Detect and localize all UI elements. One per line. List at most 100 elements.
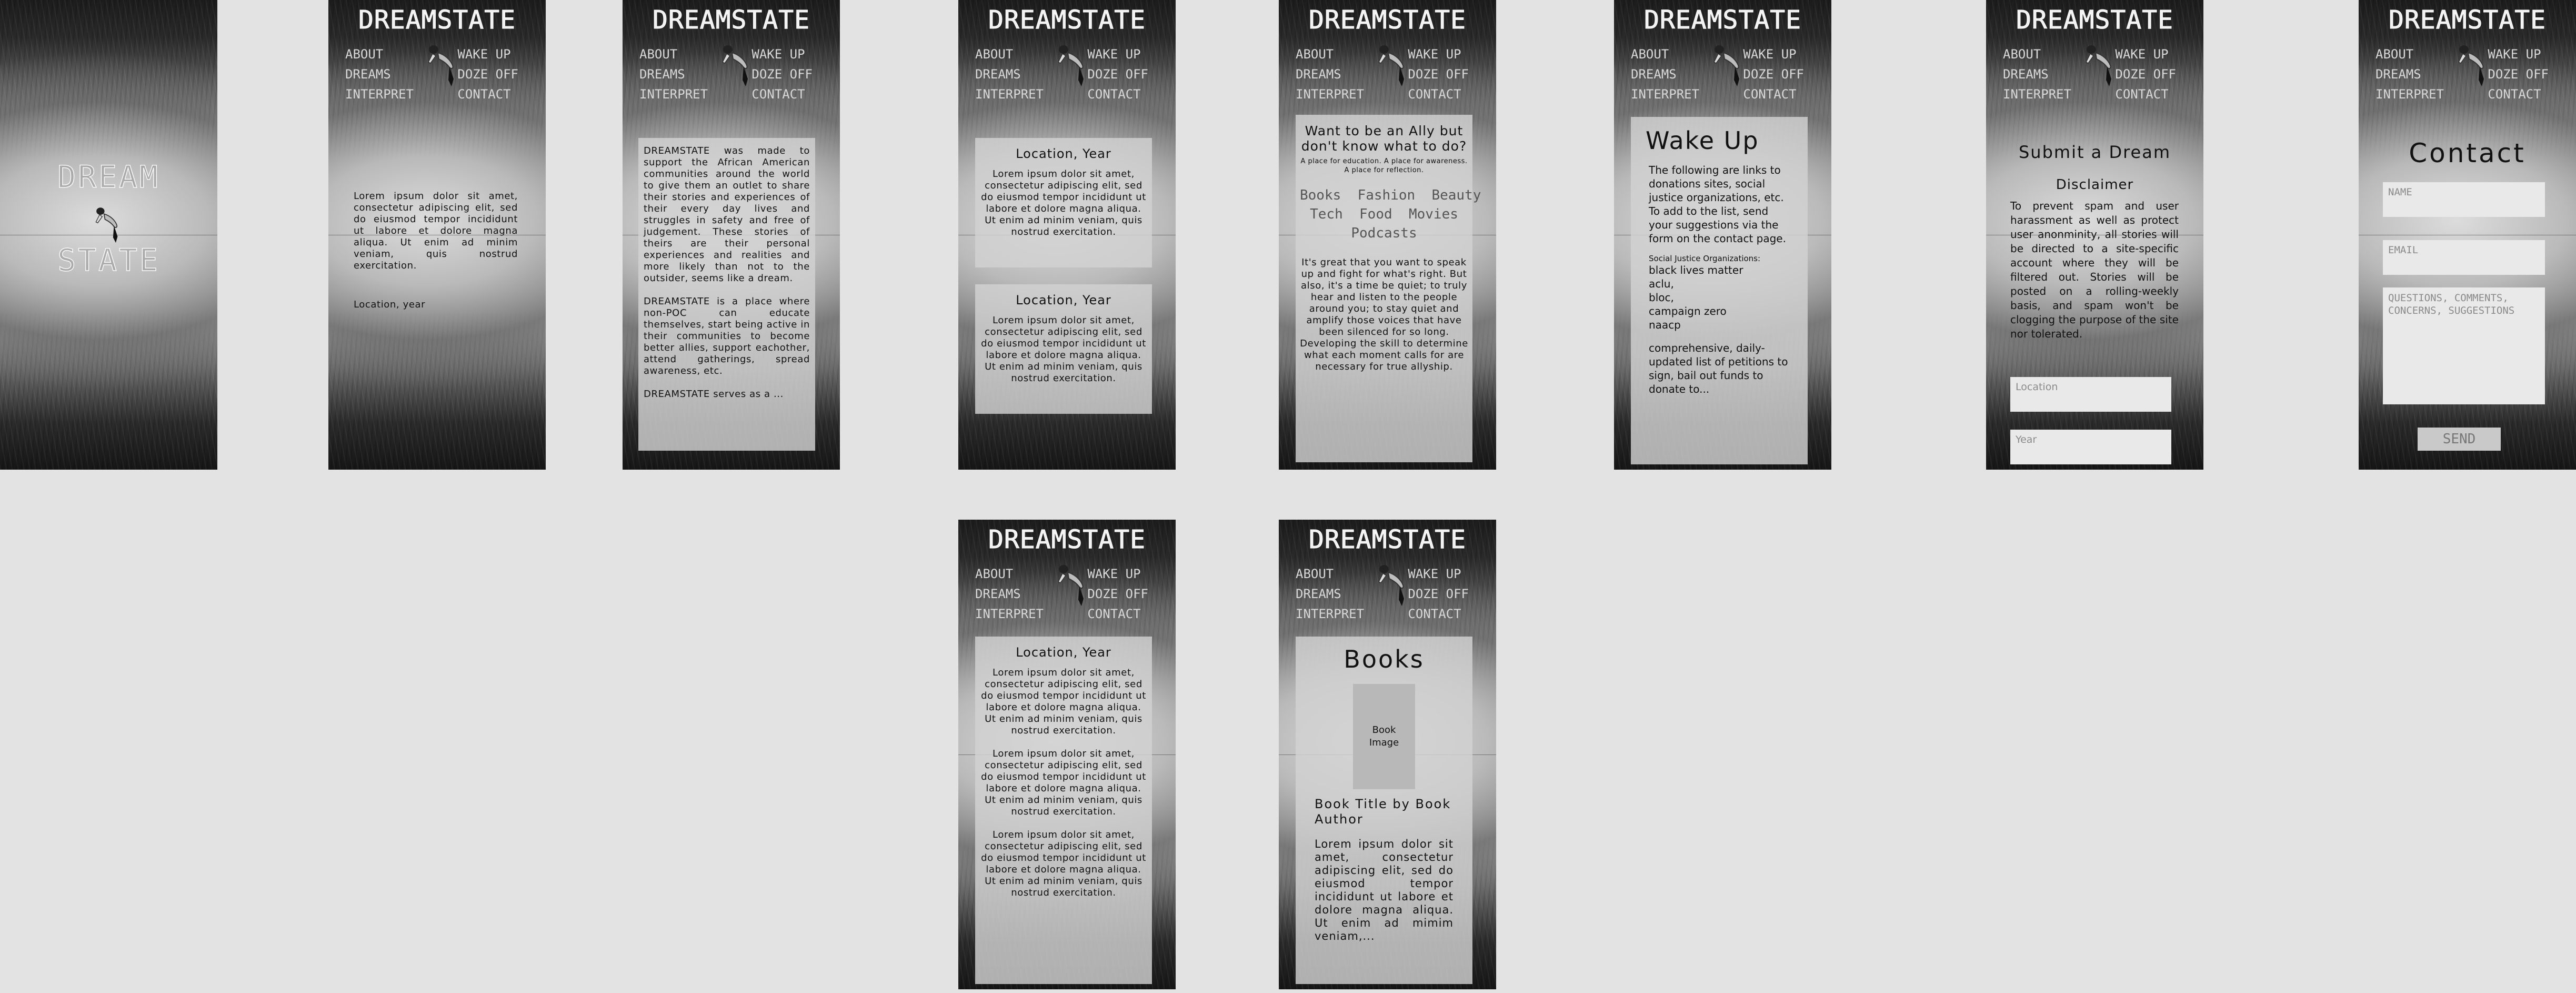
nav-about[interactable]: ABOUT bbox=[639, 44, 708, 64]
logo[interactable]: DREAMSTATE bbox=[2359, 7, 2576, 33]
nav-left: ABOUT DREAMS INTERPRET bbox=[975, 564, 1044, 624]
nav-wake-up[interactable]: WAKE UP bbox=[1087, 44, 1148, 64]
send-button[interactable]: SEND bbox=[2418, 428, 2501, 451]
nav-contact[interactable]: CONTACT bbox=[1743, 84, 1804, 104]
category-row-2[interactable]: Tech Food Movies bbox=[1300, 206, 1468, 222]
nav-about[interactable]: ABOUT bbox=[975, 564, 1044, 584]
diver-figure-icon bbox=[1058, 564, 1084, 607]
nav-contact[interactable]: CONTACT bbox=[1087, 84, 1148, 104]
nav-dreams[interactable]: DREAMS bbox=[1296, 584, 1364, 604]
nav-wake-up[interactable]: WAKE UP bbox=[457, 44, 518, 64]
logo[interactable]: DREAMSTATE bbox=[1279, 527, 1496, 553]
nav-doze-off[interactable]: DOZE OFF bbox=[1408, 584, 1469, 604]
logo[interactable]: DREAMSTATE bbox=[958, 7, 1176, 33]
wakeup-intro: The following are links to donations sit… bbox=[1649, 164, 1786, 245]
nav-dreams[interactable]: DREAMS bbox=[345, 64, 414, 84]
nav-contact[interactable]: CONTACT bbox=[1087, 604, 1148, 624]
logo[interactable]: DREAMSTATE bbox=[1614, 7, 1831, 33]
nav-wake-up[interactable]: WAKE UP bbox=[1408, 564, 1469, 584]
diver-figure-icon bbox=[2086, 45, 2112, 87]
nav-interpret[interactable]: INTERPRET bbox=[1296, 84, 1364, 104]
nav-dreams[interactable]: DREAMS bbox=[2375, 64, 2444, 84]
nav-dreams[interactable]: DREAMS bbox=[975, 64, 1044, 84]
nav-interpret[interactable]: INTERPRET bbox=[1296, 604, 1364, 624]
logo[interactable]: DREAMSTATE bbox=[958, 527, 1176, 553]
dream-entry-3[interactable]: Lorem ipsum dolor sit amet, consectetur … bbox=[980, 829, 1147, 899]
message-textarea[interactable]: QUESTIONS, COMMENTS, CONCERNS, SUGGESTIO… bbox=[2383, 287, 2545, 404]
nav-doze-off[interactable]: DOZE OFF bbox=[1743, 64, 1804, 84]
screen-interpret: DREAMSTATE ABOUT DREAMS INTERPRET WAKE U… bbox=[958, 0, 1176, 470]
book-title[interactable]: Book Title by Book Author bbox=[1315, 797, 1454, 827]
nav-contact[interactable]: CONTACT bbox=[457, 84, 518, 104]
disclaimer-text: To prevent spam and user harassment as w… bbox=[2010, 200, 2179, 340]
orgs-list[interactable]: black lives matter aclu, bloc, campaign … bbox=[1649, 263, 1790, 332]
nav-left: ABOUT DREAMS INTERPRET bbox=[975, 44, 1044, 104]
nav-interpret[interactable]: INTERPRET bbox=[639, 84, 708, 104]
nav-about[interactable]: ABOUT bbox=[975, 44, 1044, 64]
nav-doze-off[interactable]: DOZE OFF bbox=[2115, 64, 2176, 84]
nav-about[interactable]: ABOUT bbox=[1631, 44, 1699, 64]
logo[interactable]: DREAMSTATE bbox=[623, 7, 840, 33]
nav-interpret[interactable]: INTERPRET bbox=[345, 84, 414, 104]
nav-about[interactable]: ABOUT bbox=[345, 44, 414, 64]
nav-contact[interactable]: CONTACT bbox=[2488, 84, 2549, 104]
email-input[interactable]: EMAIL bbox=[2383, 240, 2545, 275]
logo[interactable]: DREAMSTATE bbox=[1279, 7, 1496, 33]
nav-doze-off[interactable]: DOZE OFF bbox=[1087, 584, 1148, 604]
category-row-3[interactable]: Podcasts bbox=[1300, 225, 1468, 241]
nav-contact[interactable]: CONTACT bbox=[2115, 84, 2176, 104]
logo[interactable]: DREAMSTATE bbox=[1986, 7, 2203, 33]
name-input[interactable]: NAME bbox=[2383, 182, 2545, 217]
dream-entry-2[interactable]: Lorem ipsum dolor sit amet, consectetur … bbox=[980, 748, 1147, 818]
interpret-card-1[interactable]: Location, Year Lorem ipsum dolor sit ame… bbox=[975, 138, 1152, 267]
nav-interpret[interactable]: INTERPRET bbox=[975, 604, 1044, 624]
nav-doze-off[interactable]: DOZE OFF bbox=[1087, 64, 1148, 84]
nav-doze-off[interactable]: DOZE OFF bbox=[457, 64, 518, 84]
nav-interpret[interactable]: INTERPRET bbox=[2375, 84, 2444, 104]
category-row-1[interactable]: Books Fashion Beauty bbox=[1300, 187, 1481, 203]
interpret-card-2[interactable]: Location, Year Lorem ipsum dolor sit ame… bbox=[975, 284, 1152, 414]
nav-wake-up[interactable]: WAKE UP bbox=[1743, 44, 1804, 64]
nav-contact[interactable]: CONTACT bbox=[1408, 84, 1469, 104]
nav-left: ABOUT DREAMS INTERPRET bbox=[639, 44, 708, 104]
location-input[interactable]: Location bbox=[2010, 377, 2171, 412]
nav-about[interactable]: ABOUT bbox=[1296, 564, 1364, 584]
nav-wake-up[interactable]: WAKE UP bbox=[751, 44, 813, 64]
logo[interactable]: DREAMSTATE bbox=[328, 7, 546, 33]
nav-contact[interactable]: CONTACT bbox=[1408, 604, 1469, 624]
nav-contact[interactable]: CONTACT bbox=[751, 84, 813, 104]
nav-about[interactable]: ABOUT bbox=[2003, 44, 2071, 64]
nav-about[interactable]: ABOUT bbox=[2375, 44, 2444, 64]
nav-dreams[interactable]: DREAMS bbox=[1296, 64, 1364, 84]
nav-wake-up[interactable]: WAKE UP bbox=[1408, 44, 1469, 64]
wakeup-panel: Wake Up The following are links to donat… bbox=[1631, 117, 1808, 464]
screen-dreams: DREAMSTATE ABOUT DREAMS INTERPRET WAKE U… bbox=[328, 0, 546, 470]
nav-about[interactable]: ABOUT bbox=[1296, 44, 1364, 64]
nav-dreams[interactable]: DREAMS bbox=[2003, 64, 2071, 84]
screen-wake-up: DREAMSTATE ABOUT DREAMS INTERPRET WAKE U… bbox=[1614, 0, 1831, 470]
about-panel: DREAMSTATE was made to support the Afric… bbox=[638, 138, 815, 451]
nav-interpret[interactable]: INTERPRET bbox=[1631, 84, 1699, 104]
dream-location-year: Location, year bbox=[354, 299, 426, 310]
nav-doze-off[interactable]: DOZE OFF bbox=[2488, 64, 2549, 84]
card-body: Lorem ipsum dolor sit amet, consectetur … bbox=[981, 315, 1146, 384]
nav-doze-off[interactable]: DOZE OFF bbox=[751, 64, 813, 84]
dream-entry-1[interactable]: Lorem ipsum dolor sit amet, consectetur … bbox=[980, 667, 1147, 737]
nav-wake-up[interactable]: WAKE UP bbox=[1087, 564, 1148, 584]
nav-dreams[interactable]: DREAMS bbox=[975, 584, 1044, 604]
year-input[interactable]: Year bbox=[2010, 430, 2171, 464]
about-para-2: DREAMSTATE is a place where non-POC can … bbox=[644, 296, 810, 376]
book-description: Lorem ipsum dolor sit amet, consectetur … bbox=[1315, 838, 1454, 942]
book-image[interactable]: Book Image bbox=[1353, 684, 1415, 789]
book-image-label: Book Image bbox=[1369, 724, 1399, 748]
nav-dreams[interactable]: DREAMS bbox=[1631, 64, 1699, 84]
wakeup-tail[interactable]: comprehensive, daily-updated list of pet… bbox=[1649, 341, 1790, 396]
wakeup-title: Wake Up bbox=[1646, 126, 1759, 155]
nav-dreams[interactable]: DREAMS bbox=[639, 64, 708, 84]
nav-doze-off[interactable]: DOZE OFF bbox=[1408, 64, 1469, 84]
nav-wake-up[interactable]: WAKE UP bbox=[2115, 44, 2176, 64]
nav-interpret[interactable]: INTERPRET bbox=[2003, 84, 2071, 104]
nav-interpret[interactable]: INTERPRET bbox=[975, 84, 1044, 104]
nav-wake-up[interactable]: WAKE UP bbox=[2488, 44, 2549, 64]
diver-figure-icon bbox=[1713, 45, 1740, 87]
